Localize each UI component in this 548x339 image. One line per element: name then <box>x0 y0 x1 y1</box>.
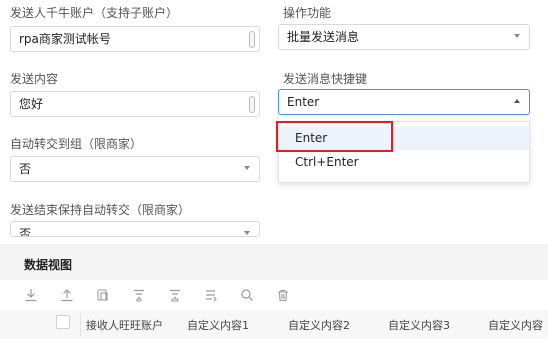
filter-icon[interactable] <box>132 288 146 302</box>
operation-value: 批量发送消息 <box>287 30 360 44</box>
filter-clear-icon[interactable] <box>168 288 182 302</box>
select-all-checkbox[interactable] <box>56 315 70 329</box>
operation-label: 操作功能 <box>283 6 332 20</box>
data-view-header: 数据视图 <box>0 244 548 280</box>
keep-transfer-label: 发送结束保持自动转交（限商家） <box>10 203 191 217</box>
auto-transfer-value: 否 <box>19 162 32 176</box>
operation-select[interactable]: 批量发送消息 <box>278 24 530 50</box>
auto-transfer-select[interactable]: 否 <box>10 156 260 182</box>
list-icon[interactable] <box>204 288 218 302</box>
sender-account-value: rpa商家测试帐号 <box>19 32 111 46</box>
copy-icon[interactable] <box>96 288 110 302</box>
auto-transfer-label: 自动转交到组（限商家） <box>10 137 143 151</box>
search-icon[interactable] <box>240 288 254 302</box>
keep-transfer-value: 否 <box>19 227 32 237</box>
content-value: 您好 <box>19 97 44 111</box>
chevron-down-icon <box>514 34 520 38</box>
chevron-down-icon <box>244 231 250 235</box>
column-divider <box>80 313 81 336</box>
content-input[interactable]: 您好 <box>10 91 260 117</box>
download-icon[interactable] <box>24 288 38 302</box>
keep-transfer-select[interactable]: 否 <box>10 221 260 237</box>
upload-icon[interactable] <box>60 288 74 302</box>
data-view-column-header: 接收人旺旺账户 自定义内容1 自定义内容2 自定义内容3 自定义内容 <box>0 310 548 339</box>
delete-icon[interactable] <box>276 288 290 302</box>
column-header-custom-3[interactable]: 自定义内容3 <box>388 317 450 333</box>
sender-account-label: 发送人千牛账户（支持子账户） <box>10 6 179 20</box>
shortcut-value: Enter <box>287 95 320 109</box>
column-header-custom-2[interactable]: 自定义内容2 <box>288 317 350 333</box>
data-view-toolbar <box>0 280 548 310</box>
textarea-resize-handle[interactable] <box>249 31 255 48</box>
chevron-up-icon <box>514 99 520 103</box>
shortcut-select[interactable]: Enter <box>278 89 530 115</box>
content-label: 发送内容 <box>10 72 59 86</box>
highlight-annotation <box>276 121 393 152</box>
textarea-resize-handle[interactable] <box>249 96 255 113</box>
sender-account-input[interactable]: rpa商家测试帐号 <box>10 26 260 52</box>
column-header-custom-1[interactable]: 自定义内容1 <box>187 317 249 333</box>
shortcut-option-ctrl-enter[interactable]: Ctrl+Enter <box>279 150 529 174</box>
column-header-receiver[interactable]: 接收人旺旺账户 <box>86 317 163 333</box>
shortcut-label: 发送消息快捷键 <box>283 72 368 86</box>
column-header-custom-4[interactable]: 自定义内容 <box>488 317 543 333</box>
chevron-down-icon <box>244 166 250 170</box>
data-view-title: 数据视图 <box>24 258 73 272</box>
